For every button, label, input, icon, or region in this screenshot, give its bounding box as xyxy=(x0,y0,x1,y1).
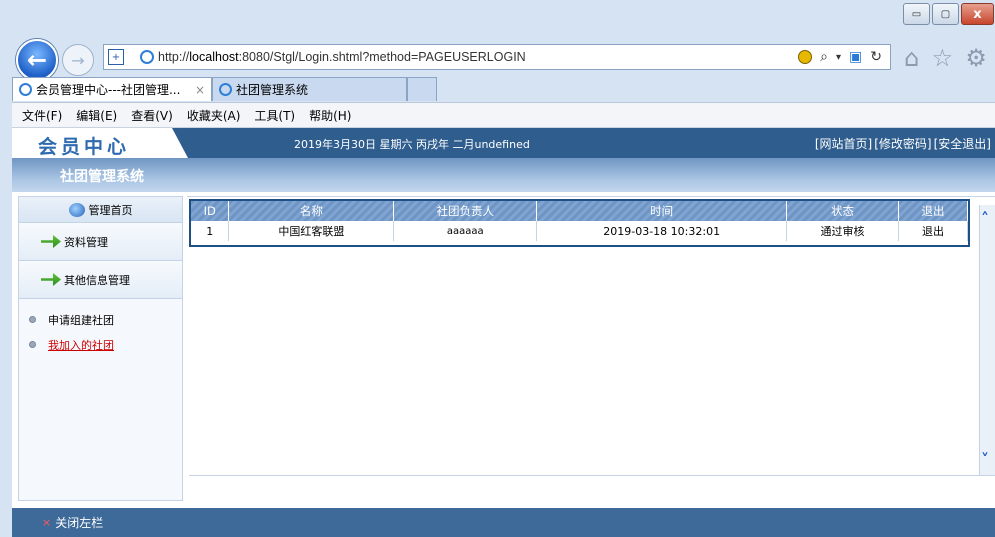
new-tab-button[interactable] xyxy=(407,77,437,101)
cell-name: 中国红客联盟 xyxy=(228,221,395,241)
ie-tab-icon xyxy=(219,83,232,96)
menu-tools[interactable]: 工具(T) xyxy=(254,107,295,124)
search-icon[interactable]: ⌕ xyxy=(820,49,828,65)
sidebar-home-label: 管理首页 xyxy=(88,203,133,217)
close-tab-icon[interactable]: × xyxy=(195,83,205,97)
clubs-table: ID 名称 社团负责人 时间 状态 退出 1 中国红客联盟 aaaaaa 201… xyxy=(191,201,968,241)
cell-leader: aaaaaa xyxy=(393,221,538,241)
sidebar: 管理首页 资料管理 其他信息管理 申请组建社团 我加入的社团 xyxy=(18,196,183,501)
arrow-right-icon: → xyxy=(71,50,85,70)
logout-link[interactable]: [安全退出] xyxy=(934,135,991,152)
ie-page-icon xyxy=(140,50,154,64)
scroll-down-icon[interactable]: ˅ xyxy=(981,450,989,469)
green-arrow-icon xyxy=(41,273,61,286)
sidebar-item-label: 资料管理 xyxy=(64,235,108,249)
content-divider xyxy=(189,475,995,476)
sidebar-link-label: 申请组建社团 xyxy=(48,313,114,327)
col-status: 状态 xyxy=(786,201,899,221)
close-x-icon: × xyxy=(42,516,52,529)
site-logo: 会员中心 xyxy=(38,136,131,158)
tab-label: 会员管理中心---社团管理... xyxy=(36,83,181,97)
compatibility-icon[interactable]: + xyxy=(108,49,124,65)
dropdown-icon[interactable]: ▾ xyxy=(836,52,841,63)
current-date: 2019年3月30日 星期六 丙戌年 二月undefined xyxy=(294,138,530,151)
clubs-table-frame: ID 名称 社团负责人 时间 状态 退出 1 中国红客联盟 aaaaaa 201… xyxy=(189,199,970,247)
maximize-button[interactable]: ▢ xyxy=(932,3,959,25)
sidebar-home[interactable]: 管理首页 xyxy=(19,197,182,223)
tab-label: 社团管理系统 xyxy=(236,83,309,97)
bullet-icon xyxy=(29,316,36,323)
settings-gear-icon[interactable]: ⚙ xyxy=(965,44,987,72)
menu-bar: 文件(F) 编辑(E) 查看(V) 收藏夹(A) 工具(T) 帮助(H) xyxy=(0,102,995,128)
arrow-left-icon: ← xyxy=(26,46,48,74)
page-header: 会员中心 2019年3月30日 星期六 丙戌年 二月undefined [网站首… xyxy=(12,128,995,158)
sidebar-link-label: 我加入的社团 xyxy=(48,338,114,352)
favorites-star-icon[interactable]: ☆ xyxy=(932,44,954,72)
url-text[interactable]: http://localhost:8080/Stgl/Login.shtml?m… xyxy=(158,50,526,64)
sidebar-item-profile[interactable]: 资料管理 xyxy=(19,223,182,261)
back-button[interactable]: ← xyxy=(16,39,58,81)
col-id: ID xyxy=(191,201,230,221)
window-left-edge xyxy=(0,102,12,537)
sidebar-item-my-clubs[interactable]: 我加入的社团 xyxy=(19,332,182,357)
col-leader: 社团负责人 xyxy=(393,201,538,221)
compat-view-icon[interactable] xyxy=(798,50,813,64)
address-bar[interactable]: + http://localhost:8080/Stgl/Login.shtml… xyxy=(103,44,891,70)
browser-window: ▭ ▢ x ← → + http://localhost:8080/Stgl/L… xyxy=(0,0,995,537)
menu-favorites[interactable]: 收藏夹(A) xyxy=(187,107,241,124)
quit-link[interactable]: 退出 xyxy=(898,221,968,241)
table-header-row: ID 名称 社团负责人 时间 状态 退出 xyxy=(191,201,968,221)
page-footer: × 关闭左栏 xyxy=(12,508,995,537)
change-password-link[interactable]: [修改密码] xyxy=(874,135,931,152)
ie-tab-icon xyxy=(19,83,32,96)
col-time: 时间 xyxy=(536,201,788,221)
sidebar-item-apply-club[interactable]: 申请组建社团 xyxy=(19,307,182,332)
menu-file[interactable]: 文件(F) xyxy=(22,107,62,124)
green-arrow-icon xyxy=(41,235,61,248)
site-home-link[interactable]: [网站首页] xyxy=(815,135,872,152)
forward-button[interactable]: → xyxy=(62,44,94,76)
menu-help[interactable]: 帮助(H) xyxy=(309,107,351,124)
tab-member-center[interactable]: 会员管理中心---社团管理... × xyxy=(12,77,212,101)
web-page: 会员中心 2019年3月30日 星期六 丙戌年 二月undefined [网站首… xyxy=(12,128,995,537)
home-icon[interactable]: ⌂ xyxy=(904,44,919,72)
menu-edit[interactable]: 编辑(E) xyxy=(76,107,117,124)
vertical-scrollbar[interactable]: ˄ ˅ xyxy=(979,205,995,475)
bullet-icon xyxy=(29,341,36,348)
system-title: 社团管理系统 xyxy=(60,169,144,185)
cell-id: 1 xyxy=(191,221,230,241)
close-window-button[interactable]: x xyxy=(961,3,994,25)
feed-icon[interactable]: ▣ xyxy=(849,49,862,65)
sidebar-item-other-info[interactable]: 其他信息管理 xyxy=(19,261,182,299)
main-content: ID 名称 社团负责人 时间 状态 退出 1 中国红客联盟 aaaaaa 201… xyxy=(187,196,995,501)
cell-time: 2019-03-18 10:32:01 xyxy=(536,221,788,241)
refresh-icon[interactable]: ↻ xyxy=(870,49,882,65)
title-band xyxy=(12,158,995,192)
home-globe-icon xyxy=(68,202,85,217)
sidebar-item-label: 其他信息管理 xyxy=(64,273,130,287)
minimize-button[interactable]: ▭ xyxy=(903,3,930,25)
col-quit: 退出 xyxy=(898,201,968,221)
tab-club-system[interactable]: 社团管理系统 xyxy=(212,77,407,101)
close-sidebar-link[interactable]: 关闭左栏 xyxy=(55,514,103,531)
scroll-up-icon[interactable]: ˄ xyxy=(981,209,989,228)
cell-status: 通过审核 xyxy=(786,221,899,241)
table-row: 1 中国红客联盟 aaaaaa 2019-03-18 10:32:01 通过审核… xyxy=(191,221,968,241)
menu-view[interactable]: 查看(V) xyxy=(131,107,173,124)
col-name: 名称 xyxy=(228,201,395,221)
